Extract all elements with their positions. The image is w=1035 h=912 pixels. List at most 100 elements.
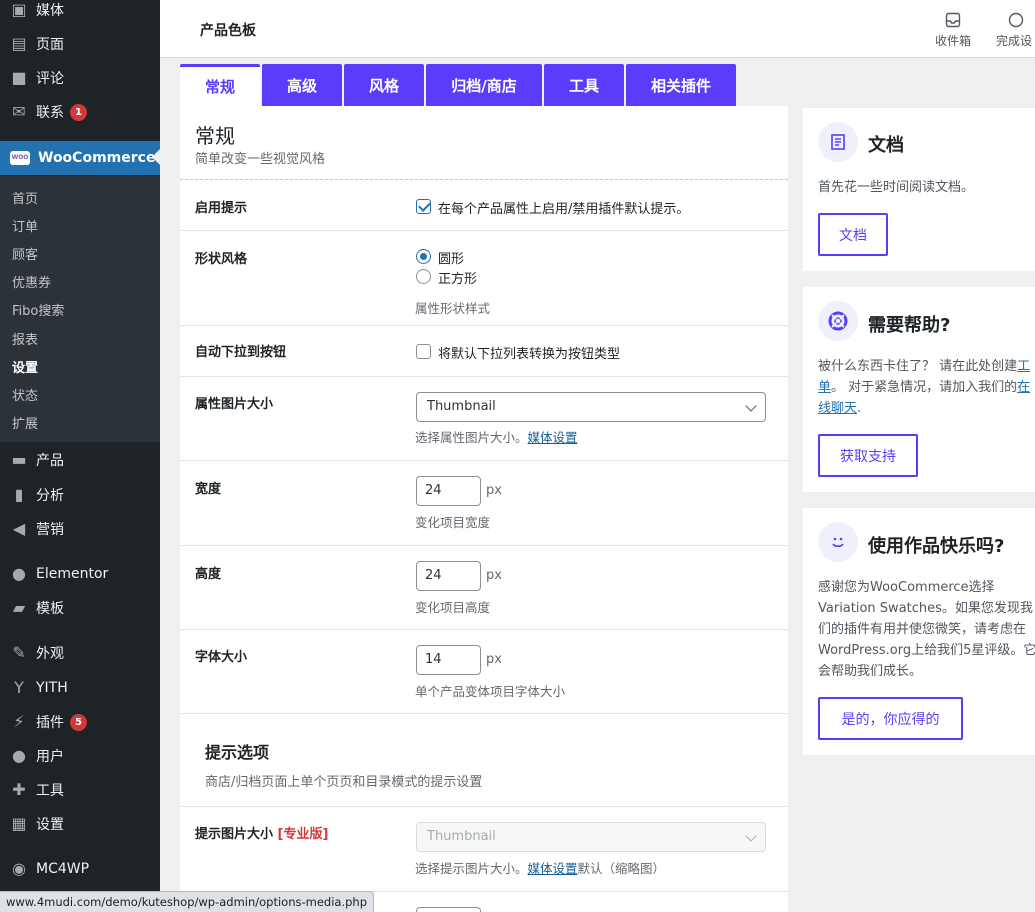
sidebar-item-label: 产品 (36, 453, 64, 469)
smile-icon (818, 522, 858, 562)
card-text: 被什么东西卡住了？ 请在此处创建工单。 对于紧急情况，请加入我们的在线聊天. (818, 359, 1031, 416)
tab-general[interactable]: 常规 (180, 64, 260, 106)
rate-button[interactable]: 是的，你应得的 (818, 697, 963, 740)
shape-circle-radio[interactable] (416, 249, 431, 264)
unit-label: px (486, 483, 502, 498)
enable-tooltip-checkbox[interactable] (416, 199, 431, 214)
submenu-item-reports[interactable]: 报表 (12, 329, 38, 348)
tab-archive-shop[interactable]: 归档/商店 (426, 64, 542, 106)
sidebar-item-elementor[interactable]: ● Elementor (0, 558, 160, 590)
progress-icon (1008, 12, 1024, 28)
setting-row-font-size: 字体大小 14 px 单个产品变体项目字体大小 (180, 629, 788, 714)
megaphone-icon: ◀ (12, 519, 26, 538)
tab-related-plugins[interactable]: 相关插件 (626, 64, 736, 106)
sidebar-item-label: 分析 (36, 488, 64, 504)
sidebar-item-plugins[interactable]: ⚡ 插件 5 (0, 706, 160, 738)
auto-dropdown-checkbox[interactable] (416, 344, 431, 359)
sidebar-item-label: 营销 (36, 522, 64, 538)
tab-style[interactable]: 风格 (344, 64, 424, 106)
mc4wp-icon: ◉ (12, 859, 26, 878)
sidebar-item-settings[interactable]: ▦ 设置 (0, 808, 160, 840)
support-icon (818, 301, 858, 341)
finish-setup-button[interactable]: 完成设 (996, 12, 1035, 49)
sidebar-item-appearance[interactable]: ✎ 外观 (0, 637, 160, 669)
chevron-down-icon (745, 400, 757, 412)
docs-card: 文档 首先花一些时间阅读文档。 文档 (803, 108, 1035, 271)
submenu-item-fibo-search[interactable]: Fibo搜索 (12, 300, 64, 319)
section-title: 提示选项 (205, 743, 270, 762)
setting-row-enable-tooltip: 启用提示 在每个产品属性上启用/禁用插件默认提示。 (180, 179, 788, 230)
submenu-item-coupons[interactable]: 优惠券 (12, 272, 51, 291)
inbox-button[interactable]: 收件箱 (923, 12, 983, 49)
setting-row-attribute-image-size: 属性图片大小 Thumbnail 选择属性图片大小。媒体设置 (180, 376, 788, 460)
submenu-item-orders[interactable]: 订单 (12, 216, 38, 235)
sidebar-item-users[interactable]: ● 用户 (0, 740, 160, 772)
sidebar-item-analytics[interactable]: ▮ 分析 (0, 479, 160, 511)
sidebar-item-label: 评论 (36, 71, 64, 87)
sidebar-item-label: 外观 (36, 646, 64, 662)
submenu-item-settings[interactable]: 设置 (12, 357, 38, 376)
unit-label: px (486, 568, 502, 583)
submenu-item-home[interactable]: 首页 (12, 188, 38, 207)
comment-icon: ■ (11, 68, 27, 87)
section-title: 常规 (195, 124, 235, 148)
setting-description: 选择提示图片大小。媒体设置默认（缩略图） (415, 861, 666, 876)
media-settings-link[interactable]: 媒体设置 (528, 430, 578, 445)
width-input[interactable]: 24 (416, 476, 481, 506)
attribute-image-size-select[interactable]: Thumbnail (416, 392, 766, 422)
setting-description: 单个产品变体项目字体大小 (415, 684, 566, 699)
card-text: 首先花一些时间阅读文档。 (818, 180, 975, 195)
inbox-icon (945, 12, 961, 28)
sidebar-item-pages[interactable]: ▤ 页面 (0, 28, 160, 60)
sidebar-item-label: Elementor (36, 566, 109, 582)
next-input[interactable] (416, 907, 481, 912)
select-value: Thumbnail (427, 399, 496, 414)
sidebar-item-label: 模板 (36, 601, 64, 617)
shape-square-radio[interactable] (416, 269, 431, 284)
setting-label: 宽度 (195, 482, 222, 497)
section-description: 商店/归档页面上单个页页和目录模式的提示设置 (205, 775, 483, 790)
sidebar-item-products[interactable]: ▬ 产品 (0, 444, 160, 476)
finish-setup-label: 完成设 (996, 34, 1033, 48)
setting-label: 高度 (195, 567, 222, 582)
tab-advanced[interactable]: 高级 (262, 64, 342, 106)
sidebar-item-woocommerce[interactable]: WOO WooCommerce (0, 141, 160, 175)
sidebar-item-contact[interactable]: ✉ 联系 1 (0, 96, 160, 128)
card-text: 感谢您为WooCommerce选择Variation Swatches。如果您发… (818, 580, 1035, 679)
tooltip-section-header: 提示选项 商店/归档页面上单个页页和目录模式的提示设置 (180, 713, 788, 806)
product-icon: ▬ (11, 450, 27, 469)
get-support-button[interactable]: 获取支持 (818, 434, 918, 477)
sidebar-item-label: WooCommerce (38, 150, 156, 166)
height-input[interactable]: 24 (416, 561, 481, 591)
tab-tools[interactable]: 工具 (544, 64, 624, 106)
submenu-item-customers[interactable]: 顾客 (12, 244, 38, 263)
auto-dropdown-text: 将默认下拉列表转换为按钮类型 (438, 347, 621, 362)
submenu-item-extensions[interactable]: 扩展 (12, 413, 38, 432)
settings-panel: 常规 简单改变一些视觉风格 启用提示 在每个产品属性上启用/禁用插件默认提示。 … (180, 106, 788, 912)
folder-icon: ▰ (12, 598, 26, 617)
sidebar-item-media[interactable]: ▣ 媒体 (0, 0, 160, 26)
media-settings-link[interactable]: 媒体设置 (528, 861, 578, 876)
font-size-input[interactable]: 14 (416, 645, 481, 675)
sidebar-item-label: 媒体 (36, 3, 64, 19)
submenu-item-status[interactable]: 状态 (12, 385, 38, 404)
setting-row-auto-dropdown: 自动下拉到按钮 将默认下拉列表转换为按钮类型 (180, 325, 788, 376)
sidebar-item-comments[interactable]: ■ 评论 (0, 62, 160, 94)
document-icon (818, 122, 858, 162)
sidebar-item-label: 用户 (36, 749, 64, 765)
sidebar-item-mc4wp[interactable]: ◉ MC4WP (0, 853, 160, 885)
sidebar-item-tools[interactable]: ✚ 工具 (0, 774, 160, 806)
notification-badge: 1 (70, 103, 87, 121)
chevron-down-icon (745, 830, 757, 842)
sidebar-item-label: YITH (36, 680, 68, 696)
sidebar-item-marketing[interactable]: ◀ 营销 (0, 513, 160, 545)
top-header: 产品色板 收件箱 完成设 (160, 0, 1035, 58)
sidebar-item-templates[interactable]: ▰ 模板 (0, 592, 160, 624)
docs-button[interactable]: 文档 (818, 213, 888, 256)
elementor-icon: ● (12, 564, 26, 583)
sidebar-item-yith[interactable]: Y YITH (0, 672, 160, 704)
woocommerce-submenu: 首页 订单 顾客 优惠券 Fibo搜索 报表 设置 状态 扩展 (0, 176, 160, 442)
setting-description: 变化项目高度 (415, 600, 491, 615)
tooltip-image-size-select[interactable]: Thumbnail (416, 822, 766, 852)
sidebar-item-label: MC4WP (36, 861, 90, 877)
